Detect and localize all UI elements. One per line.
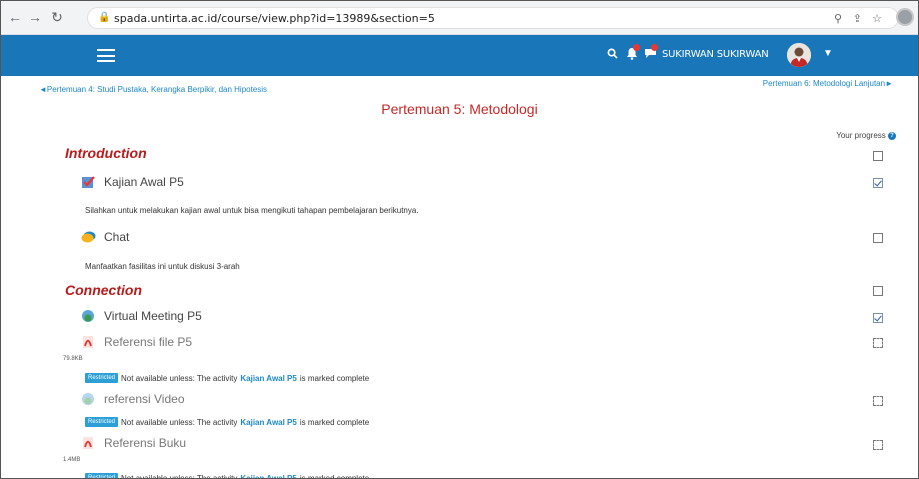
assignment-icon — [81, 175, 95, 189]
user-menu-caret-icon[interactable]: ▼ — [823, 48, 833, 59]
progress-label: Your progress ? — [836, 131, 896, 140]
restricted-badge: Restricted — [85, 417, 119, 427]
activity-referensi-buku: Referensi Buku — [81, 436, 186, 450]
back-arrow-icon[interactable]: ← — [7, 9, 23, 25]
activity-kajian-awal[interactable]: Kajian Awal P5 — [81, 175, 184, 189]
lock-icon: 🔒 — [98, 12, 111, 23]
virtual-meeting-icon — [81, 309, 95, 323]
connection-heading: Connection — [65, 282, 142, 298]
browser-toolbar: ← → ↻ 🔒 spada.untirta.ac.id/course/view.… — [1, 1, 918, 35]
pdf-file-icon — [81, 436, 95, 450]
messages-badge — [651, 44, 658, 51]
referensi-file-completion-checkbox — [873, 338, 883, 348]
restriction-suffix: is marked complete — [299, 473, 370, 479]
course-content: ◄Pertemuan 4: Studi Pustaka, Kerangka Be… — [1, 76, 918, 479]
chat-icon — [81, 230, 96, 244]
activity-referensi-file: Referensi file P5 — [81, 335, 192, 349]
activity-name[interactable]: Kajian Awal P5 — [104, 175, 184, 189]
restriction-suffix: is marked complete — [299, 373, 370, 383]
restriction-suffix: is marked complete — [299, 417, 370, 427]
file-size: 1.4MB — [63, 457, 81, 463]
previous-section-link[interactable]: ◄Pertemuan 4: Studi Pustaka, Kerangka Be… — [39, 85, 267, 94]
user-avatar[interactable] — [787, 43, 811, 67]
help-icon[interactable]: ? — [888, 131, 896, 140]
restriction-activity-link[interactable]: Kajian Awal P5 — [240, 418, 296, 427]
screenshot-frame: ← → ↻ 🔒 spada.untirta.ac.id/course/view.… — [0, 0, 919, 479]
next-section-link[interactable]: Pertemuan 6: Metodologi Lanjutan► — [763, 79, 893, 88]
url-text[interactable]: spada.untirta.ac.id/course/view.php?id=1… — [114, 12, 435, 25]
notification-badge — [633, 44, 640, 51]
bookmark-star-icon[interactable]: ☆ — [872, 12, 882, 25]
kajian-completion-checkbox[interactable] — [873, 178, 883, 188]
activity-chat[interactable]: Chat — [81, 230, 129, 244]
site-navbar: SUKIRWAN SUKIRWAN ▼ — [1, 35, 918, 76]
introduction-progress-checkbox[interactable] — [873, 151, 883, 161]
connection-progress-checkbox[interactable] — [873, 286, 883, 296]
browser-profile-icon[interactable] — [896, 8, 914, 26]
activity-name: Referensi Buku — [104, 436, 187, 450]
restriction-prefix: Not available unless: The activity — [121, 473, 238, 479]
restriction-notice: Restricted Not available unless: The act… — [85, 417, 369, 427]
restriction-prefix: Not available unless: The activity — [121, 417, 238, 427]
activity-name[interactable]: Virtual Meeting P5 — [104, 309, 202, 323]
user-name[interactable]: SUKIRWAN SUKIRWAN — [662, 49, 769, 60]
reload-icon[interactable]: ↻ — [49, 9, 65, 25]
introduction-heading: Introduction — [65, 145, 147, 161]
progress-label-text: Your progress — [836, 131, 886, 140]
restricted-badge: Restricted — [85, 373, 119, 383]
forward-arrow-icon[interactable]: → — [27, 9, 43, 25]
video-url-icon — [81, 392, 95, 406]
share-icon[interactable]: ⇪ — [853, 12, 862, 25]
search-icon[interactable] — [607, 47, 618, 62]
restriction-activity-link[interactable]: Kajian Awal P5 — [240, 374, 296, 383]
restriction-prefix: Not available unless: The activity — [121, 373, 238, 383]
restricted-badge: Restricted — [85, 473, 119, 478]
activity-name: referensi Video — [104, 392, 185, 406]
virtual-meeting-completion-checkbox[interactable] — [873, 313, 883, 323]
activity-referensi-video: referensi Video — [81, 392, 185, 406]
referensi-video-completion-checkbox — [873, 396, 883, 406]
section-title: Pertemuan 5: Metodologi — [381, 101, 538, 117]
activity-virtual-meeting[interactable]: Virtual Meeting P5 — [81, 309, 202, 323]
kajian-description: Silahkan untuk melakukan kajian awal unt… — [85, 206, 419, 215]
address-bar[interactable]: 🔒 spada.untirta.ac.id/course/view.php?id… — [87, 7, 899, 29]
referensi-buku-completion-checkbox — [873, 440, 883, 450]
hamburger-menu-icon[interactable] — [97, 49, 115, 62]
file-size: 79.8KB — [63, 356, 83, 362]
restriction-activity-link[interactable]: Kajian Awal P5 — [240, 474, 296, 479]
restriction-notice: Restricted Not available unless: The act… — [85, 473, 370, 479]
activity-name: Referensi file P5 — [104, 335, 193, 349]
restriction-notice: Restricted Not available unless: The act… — [85, 373, 369, 383]
zoom-icon[interactable]: ⚲ — [834, 12, 842, 25]
chat-completion-checkbox[interactable] — [873, 233, 883, 243]
chat-description: Manfaatkan fasilitas ini untuk diskusi 3… — [85, 262, 240, 271]
activity-name[interactable]: Chat — [104, 230, 129, 244]
pdf-file-icon — [81, 335, 95, 349]
